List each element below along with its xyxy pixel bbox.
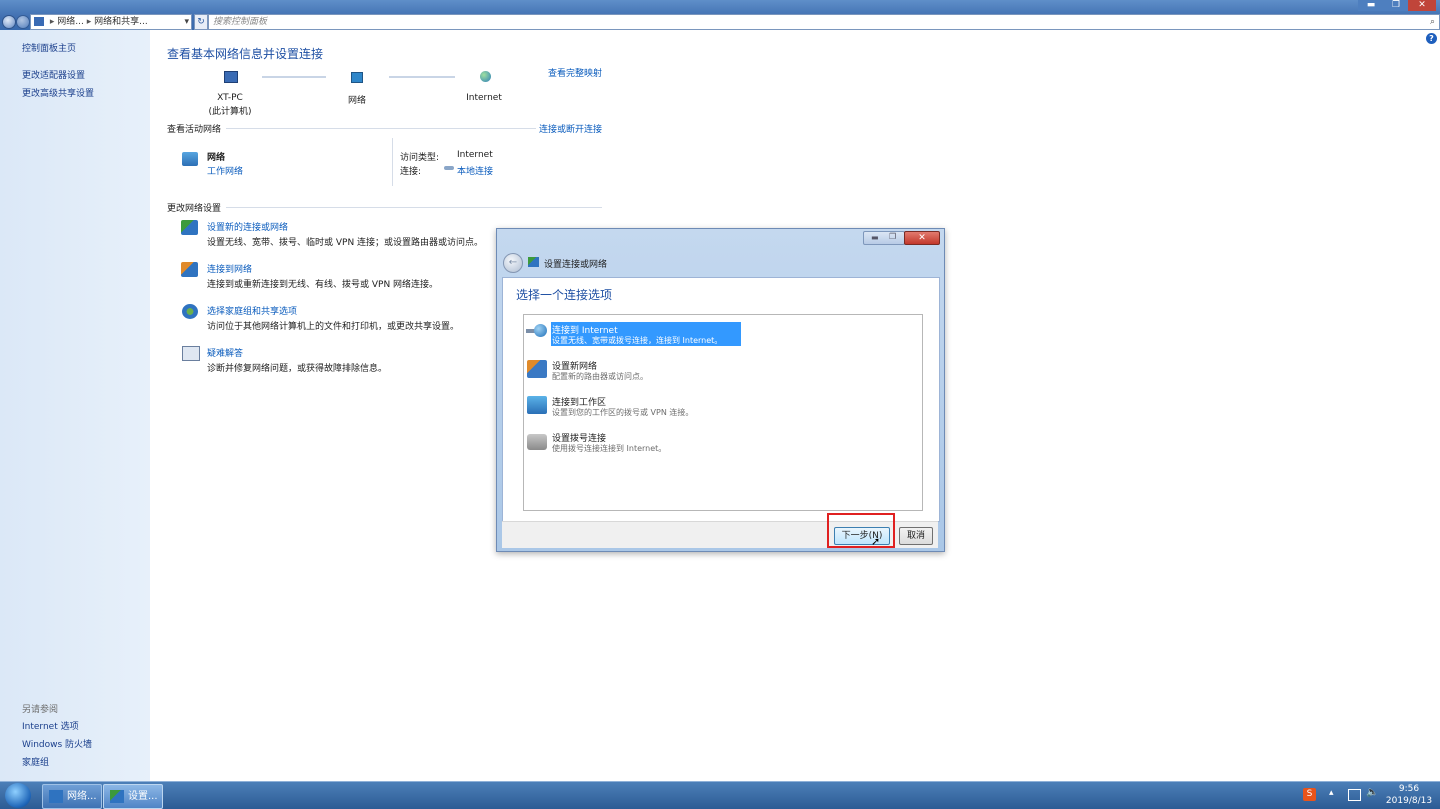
connection-line (389, 76, 455, 78)
change-adapter-settings-link[interactable]: 更改适配器设置 (22, 68, 85, 81)
network-folder-icon (34, 17, 44, 26)
task-homegroup-link[interactable]: 选择家庭组和共享选项 (207, 304, 297, 317)
view-full-map-link[interactable]: 查看完整映射 (548, 66, 602, 79)
option-connect-internet-desc[interactable]: 设置无线、宽带或拨号连接，连接到 Internet。 (552, 335, 722, 346)
ime-icon[interactable]: S (1303, 788, 1316, 801)
divider-vertical (392, 138, 393, 186)
connect-network-icon (181, 262, 198, 277)
taskbar: 网络... 设置... S ▴ 🔈 9:56 2019/8/13 (0, 781, 1440, 809)
task-homegroup-desc: 访问位于其他网络计算机上的文件和打印机，或更改共享设置。 (207, 322, 460, 332)
maximize-icon[interactable]: ❐ (889, 232, 896, 241)
dialog-heading: 选择一个连接选项 (516, 288, 613, 302)
node-network-label: 网络 (347, 96, 366, 106)
taskbar-item-setup[interactable]: 设置... (103, 784, 163, 809)
homegroup-icon (182, 304, 198, 319)
close-button[interactable]: ✕ (1408, 0, 1436, 11)
forward-arrow-icon[interactable] (16, 15, 30, 29)
setup-connection-dialog: ▬ ❐ ✕ ← 设置连接或网络 选择一个连接选项 连接到 Internet 设置… (496, 228, 945, 552)
breadcrumb-item[interactable]: 网络和共享... (94, 17, 148, 27)
volume-icon[interactable]: 🔈 (1366, 787, 1378, 798)
taskbar-item-label: 设置... (128, 791, 158, 802)
cancel-button[interactable]: 取消 (899, 527, 933, 545)
globe-connect-icon (526, 323, 548, 339)
divider (226, 128, 536, 129)
help-icon[interactable]: ? (1426, 33, 1437, 44)
connection-line (262, 76, 326, 78)
homegroup-link[interactable]: 家庭组 (22, 755, 49, 768)
change-settings-heading: 更改网络设置 (167, 204, 222, 214)
access-type-label: 访问类型: (400, 153, 440, 163)
task-setup-connection-desc: 设置无线、宽带、拨号、临时或 VPN 连接；或设置路由器或访问点。 (207, 238, 484, 248)
minimize-button[interactable]: ▬ (1358, 0, 1384, 11)
minimize-icon[interactable]: ▬ (871, 233, 879, 242)
router-icon (527, 360, 547, 378)
option-dialup-desc[interactable]: 使用拨号连接连接到 Internet。 (552, 443, 666, 454)
connection-label: 连接: (400, 167, 422, 177)
dialup-phone-icon (527, 434, 547, 450)
node-computer-sublabel: (此计算机) (208, 107, 252, 117)
task-connect-network-desc: 连接到或重新连接到无线、有线、拨号或 VPN 网络连接。 (207, 280, 439, 290)
highlight-annotation-box (827, 513, 895, 548)
search-placeholder: 搜索控制面板 (213, 17, 268, 27)
access-type-value: Internet (457, 150, 493, 160)
workplace-icon (527, 396, 547, 414)
ethernet-icon (444, 166, 454, 170)
divider (226, 207, 602, 208)
computer-icon (224, 71, 238, 83)
task-connect-network-link[interactable]: 连接到网络 (207, 262, 252, 275)
task-setup-connection-link[interactable]: 设置新的连接或网络 (207, 220, 288, 233)
work-network-icon (182, 152, 198, 166)
network-name: 网络 (207, 153, 226, 163)
windows-firewall-link[interactable]: Windows 防火墙 (22, 737, 92, 750)
search-input[interactable]: 搜索控制面板 ⌕ (208, 14, 1440, 30)
local-connection-link[interactable]: 本地连接 (457, 164, 493, 177)
network-setup-icon (181, 220, 198, 235)
network-folder-icon (49, 790, 63, 803)
change-advanced-sharing-link[interactable]: 更改高级共享设置 (22, 86, 94, 99)
node-internet-label: Internet (466, 93, 502, 103)
clock-date[interactable]: 2019/8/13 (1384, 796, 1434, 806)
taskbar-item-network[interactable]: 网络... (42, 784, 102, 809)
refresh-icon[interactable]: ↻ (194, 14, 208, 30)
see-also-heading: 另请参阅 (22, 705, 59, 715)
breadcrumb-separator-icon: ▸ (49, 17, 55, 27)
chevron-up-icon[interactable]: ▴ (1329, 788, 1334, 798)
troubleshoot-icon (182, 346, 200, 361)
control-panel-home-link[interactable]: 控制面板主页 (22, 41, 76, 54)
task-troubleshoot-link[interactable]: 疑难解答 (207, 346, 243, 359)
internet-options-link[interactable]: Internet 选项 (22, 719, 79, 732)
active-networks-heading: 查看活动网络 (167, 125, 222, 135)
start-button-icon[interactable] (5, 783, 31, 808)
dialog-content: 选择一个连接选项 连接到 Internet 设置无线、宽带或拨号连接，连接到 I… (502, 277, 940, 522)
breadcrumb-item[interactable]: 网络... (57, 17, 84, 27)
left-navigation-pane (0, 30, 150, 781)
connect-disconnect-link[interactable]: 连接或断开连接 (539, 122, 602, 135)
globe-icon (480, 71, 491, 82)
dialog-min-max-buttons[interactable]: ▬ ❐ (863, 231, 905, 245)
network-tray-icon[interactable] (1348, 789, 1361, 801)
network-type-link[interactable]: 工作网络 (207, 164, 243, 177)
option-workplace-desc[interactable]: 设置到您的工作区的拨号或 VPN 连接。 (552, 407, 693, 418)
dialog-back-arrow-icon[interactable]: ← (503, 253, 523, 273)
clock-time[interactable]: 9:56 (1386, 784, 1432, 794)
back-arrow-icon[interactable] (2, 15, 16, 29)
network-setup-icon (110, 790, 124, 803)
breadcrumb-separator-icon: ▸ (86, 17, 92, 27)
chevron-down-icon[interactable]: ▾ (184, 15, 189, 29)
option-new-network-desc[interactable]: 配置新的路由器或访问点。 (552, 371, 648, 382)
task-troubleshoot-desc: 诊断并修复网络问题，或获得故障排除信息。 (207, 364, 388, 374)
explorer-toolbar: ▸ 网络... ▸ 网络和共享... ▾ ↻ 搜索控制面板 ⌕ ▬ ❐ ✕ (0, 0, 1440, 30)
network-setup-icon (528, 257, 539, 267)
maximize-button[interactable]: ❐ (1384, 0, 1408, 11)
mouse-cursor-icon: ➚ (871, 535, 881, 548)
search-icon[interactable]: ⌕ (1430, 15, 1435, 29)
address-bar[interactable]: ▸ 网络... ▸ 网络和共享... ▾ (30, 14, 192, 30)
network-icon (351, 72, 363, 83)
dialog-close-button[interactable]: ✕ (904, 231, 940, 245)
connection-options-list[interactable]: 连接到 Internet 设置无线、宽带或拨号连接，连接到 Internet。 … (523, 314, 923, 511)
taskbar-item-label: 网络... (67, 791, 97, 802)
dialog-window-title: 设置连接或网络 (544, 260, 608, 270)
node-computer-label: XT-PC (217, 93, 243, 103)
page-title: 查看基本网络信息并设置连接 (167, 47, 324, 61)
